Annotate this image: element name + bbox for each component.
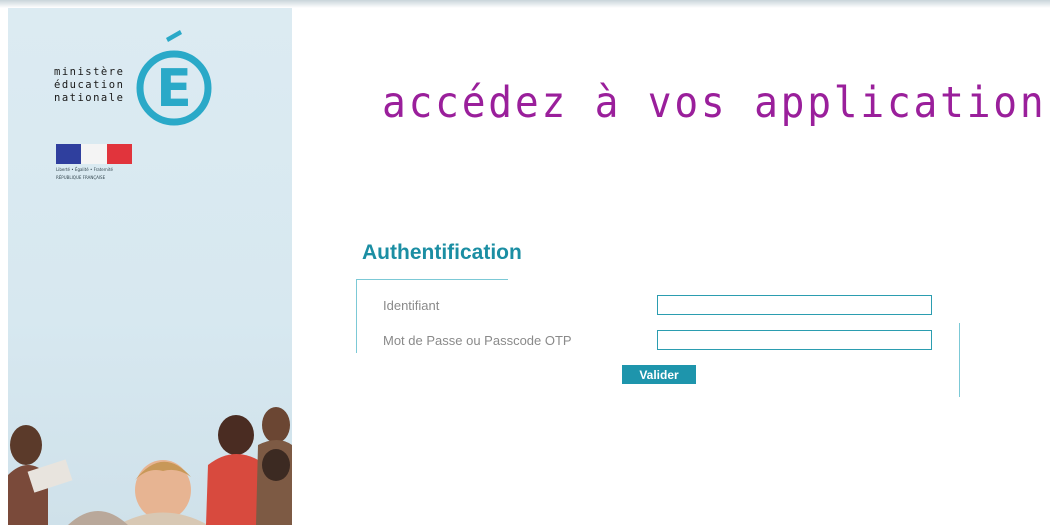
login-page: ministère éducation nationale E Liberté …	[0, 0, 1050, 525]
left-branding-panel: ministère éducation nationale E Liberté …	[8, 8, 292, 525]
page-title: accédez à vos applications	[382, 78, 1050, 128]
frame-left-border	[356, 279, 357, 353]
republic-motto: Liberté • Égalité • Fraternité	[56, 167, 113, 172]
frame-right-border	[959, 323, 960, 397]
ministry-logo-text: ministère éducation nationale	[54, 66, 144, 105]
login-input[interactable]	[657, 295, 932, 315]
login-label: Identifiant	[383, 298, 440, 313]
republic-name: RÉPUBLIQUE FRANÇAISE	[56, 175, 106, 180]
logo-line-education: éducation	[54, 79, 125, 91]
students-photo	[8, 407, 292, 525]
password-input[interactable]	[657, 330, 932, 350]
frame-top-border	[356, 279, 508, 280]
svg-text:E: E	[156, 59, 192, 119]
password-label: Mot de Passe ou Passcode OTP	[383, 333, 572, 348]
logo-line-ministere: ministère	[54, 66, 125, 78]
top-border	[0, 0, 1050, 8]
french-flag-icon	[56, 144, 132, 164]
authentication-heading: Authentification	[362, 241, 522, 264]
logo-line-nationale: nationale	[54, 92, 125, 104]
republique-francaise-block: Liberté • Égalité • Fraternité RÉPUBLIQU…	[56, 144, 136, 180]
submit-button[interactable]: Valider	[622, 365, 696, 384]
